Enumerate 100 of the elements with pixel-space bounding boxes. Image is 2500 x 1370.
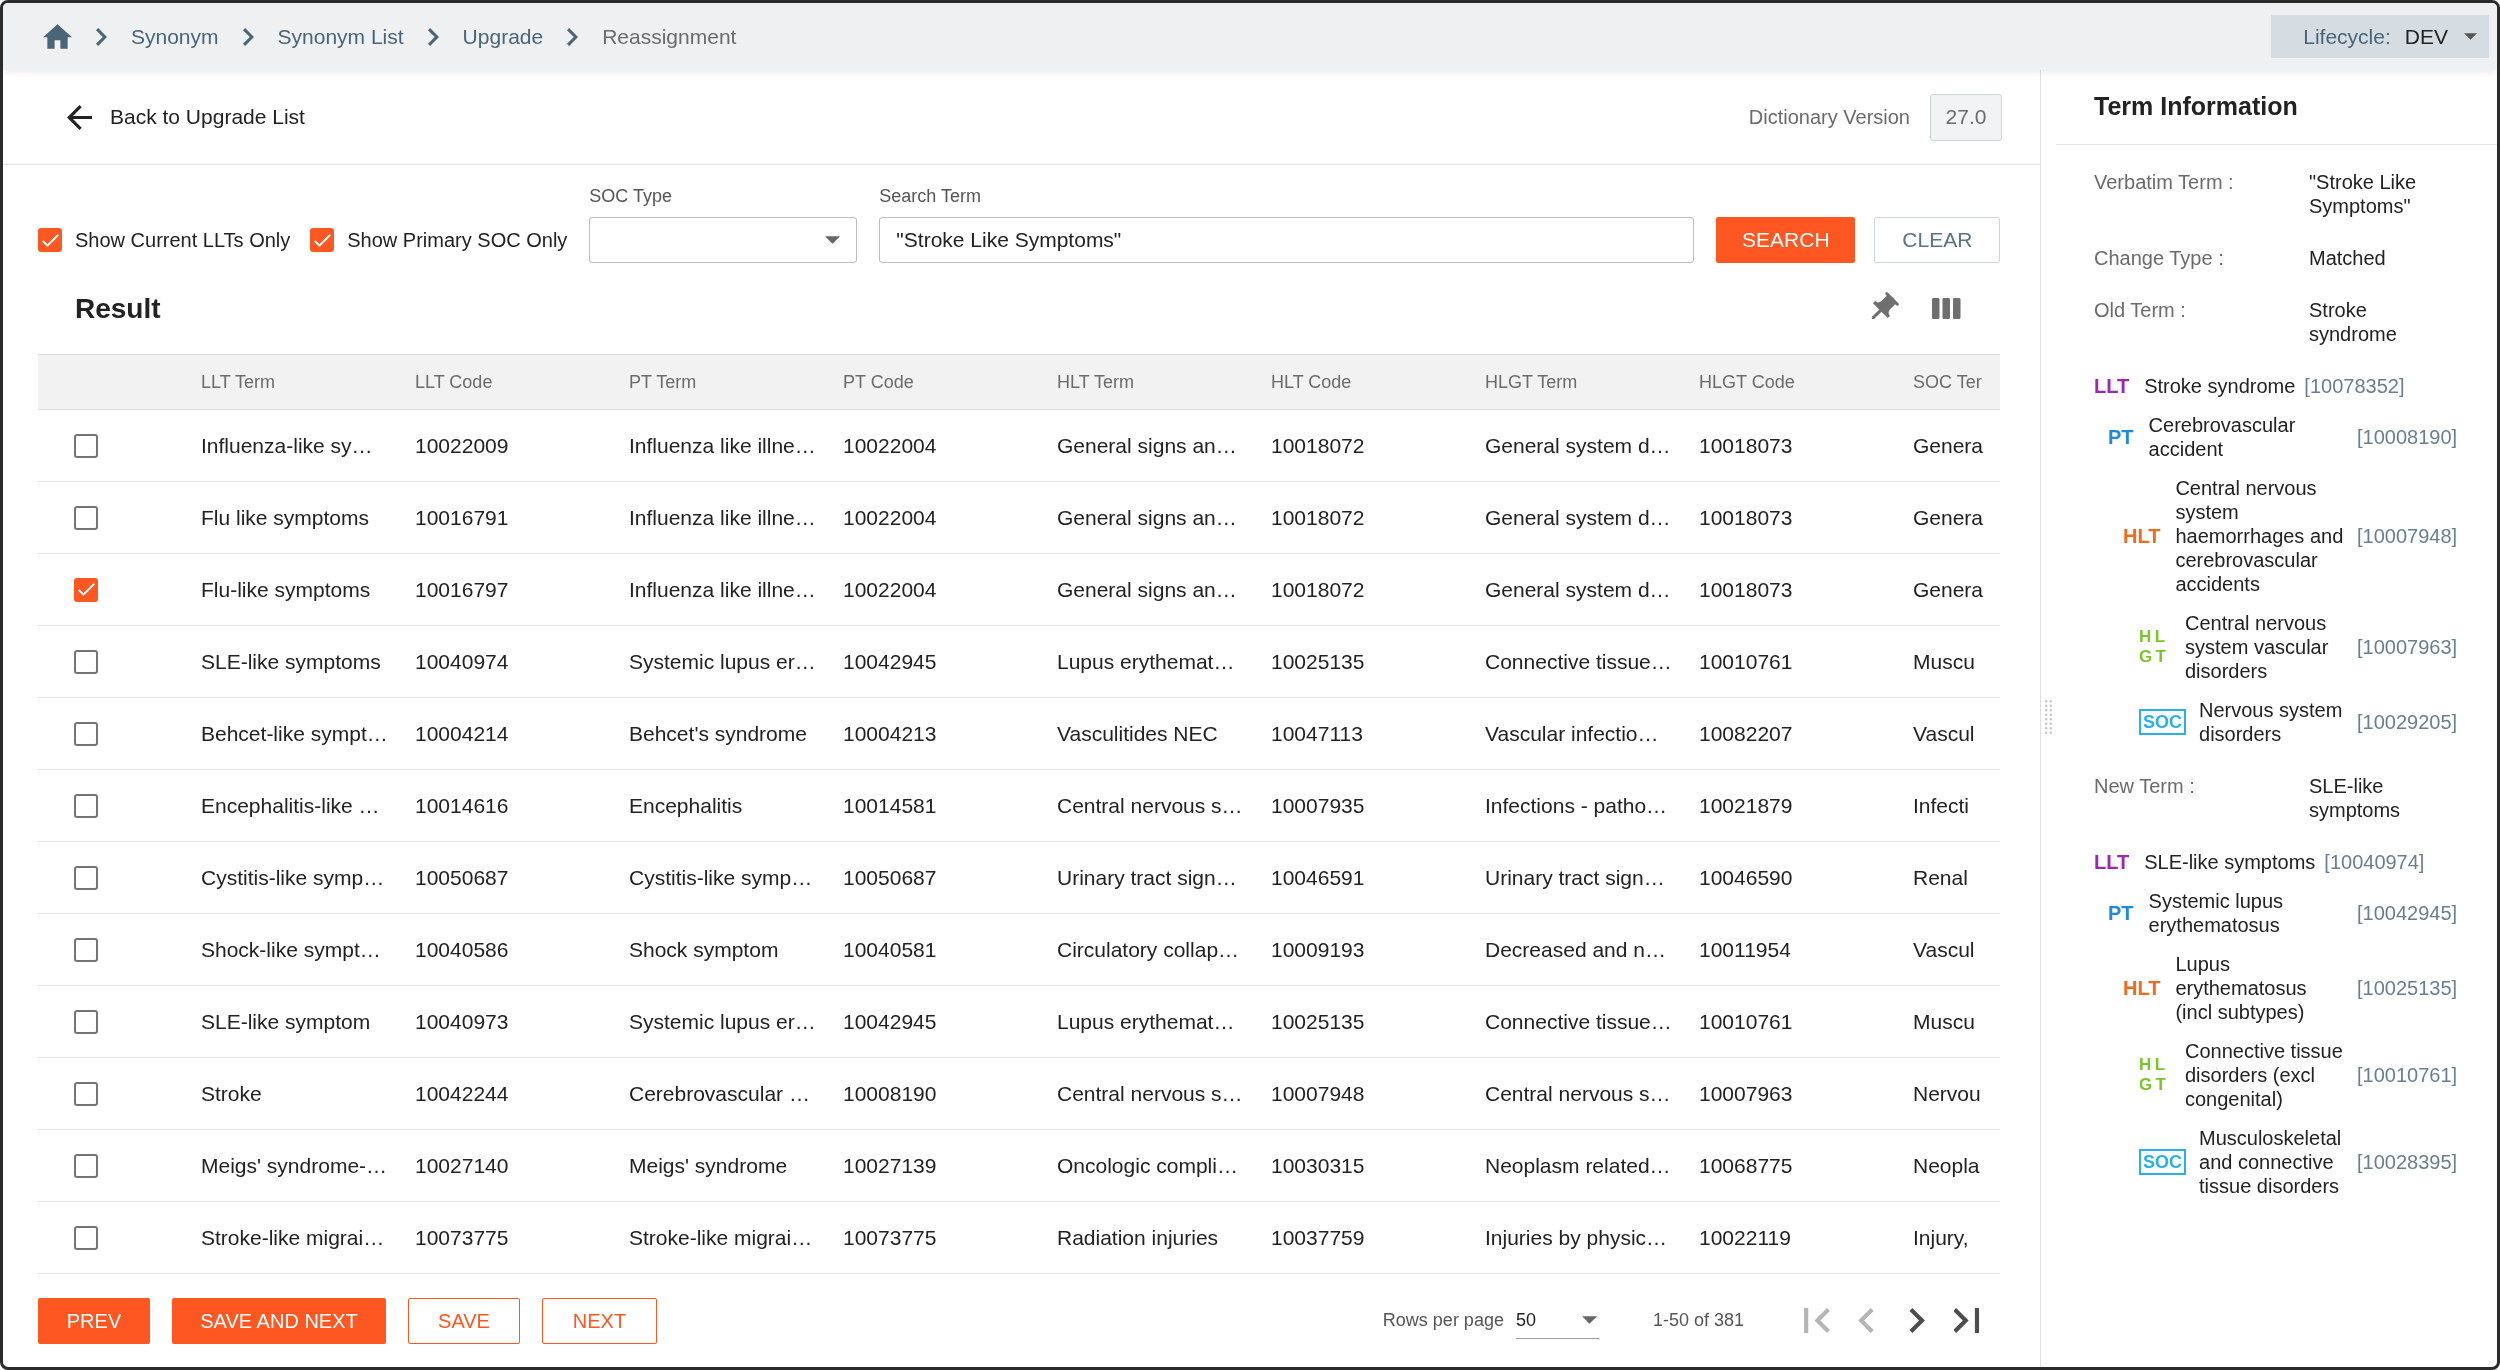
table-cell: 10007948 <box>1271 1081 1365 1105</box>
table-cell: Shock-like sympt… <box>201 937 381 961</box>
table-cell: Injury, <box>1913 1225 1969 1249</box>
table-cell: Neoplasm related… <box>1485 1153 1671 1177</box>
row-checkbox[interactable] <box>74 937 98 962</box>
term-code: [10078352] <box>2304 374 2405 398</box>
row-checkbox[interactable] <box>74 1009 98 1034</box>
result-title: Result <box>75 291 161 326</box>
row-checkbox[interactable] <box>74 505 98 530</box>
last-page-icon[interactable] <box>1954 1308 1980 1333</box>
table-cell: Vascular infectio… <box>1485 721 1659 745</box>
level-tag: SOC <box>2139 1149 2186 1175</box>
panel-title: Term Information <box>2094 91 2298 123</box>
checkmark-icon <box>77 583 95 596</box>
table-cell: Urinary tract sign… <box>1485 865 1665 889</box>
search-button[interactable]: SEARCH <box>1716 217 1856 263</box>
table-cell: Influenza like illne… <box>629 505 816 529</box>
drag-handle-icon[interactable] <box>2045 700 2052 734</box>
row-checkbox[interactable] <box>74 433 98 458</box>
table-cell: Nervou <box>1913 1081 1981 1105</box>
table-cell: Infections - patho… <box>1485 793 1668 817</box>
save-and-next-button[interactable]: SAVE AND NEXT <box>172 1297 386 1344</box>
table-cell: Stroke-like migrai… <box>201 1225 385 1249</box>
table-cell: 10040581 <box>843 937 937 961</box>
term-name: Nervous system disorders <box>2199 698 2344 746</box>
rows-per-page-select[interactable]: 50 <box>1515 1302 1599 1339</box>
table-cell: 10018072 <box>1271 577 1365 601</box>
field-label: Old Term : <box>2094 298 2187 322</box>
term-name: Musculoskeletal and connective tissue disorders <box>2199 1126 2343 1198</box>
table-cell: Neopla <box>1913 1153 1980 1177</box>
table-cell: 10046591 <box>1271 865 1365 889</box>
table-cell: 10021879 <box>1699 793 1793 817</box>
back-link[interactable]: Back to Upgrade List <box>67 101 305 133</box>
clear-button[interactable]: CLEAR <box>1874 217 2001 263</box>
table-cell: 10009193 <box>1271 937 1365 961</box>
field-label: Verbatim Term : <box>2094 170 2235 194</box>
lifecycle-dropdown[interactable]: Lifecycle: DEV <box>2271 15 2489 58</box>
table-cell: General system d… <box>1485 505 1671 529</box>
term-code: [10007948] <box>2357 524 2459 548</box>
table-cell: 10010761 <box>1699 1009 1793 1033</box>
table-cell: 10073775 <box>415 1225 509 1249</box>
row-checkbox[interactable] <box>74 577 98 602</box>
table-cell: Radiation injuries <box>1057 1225 1219 1249</box>
table-cell: Infecti <box>1913 793 1970 817</box>
checkbox[interactable] <box>310 228 335 252</box>
table-cell: 10030315 <box>1271 1153 1365 1177</box>
table-cell: Systemic lupus er… <box>629 649 816 673</box>
table-cell: Muscu <box>1913 1009 1975 1033</box>
breadcrumb-link[interactable]: Synonym <box>131 20 219 53</box>
table-cell: 10050687 <box>843 865 937 889</box>
home-icon[interactable] <box>43 24 72 49</box>
page-range: 1-50 of 381 <box>1652 1309 1744 1332</box>
save-button[interactable]: SAVE <box>408 1297 520 1344</box>
table-cell: 10040973 <box>415 1009 509 1033</box>
table-cell: 10007935 <box>1271 793 1365 817</box>
row-checkbox[interactable] <box>74 649 98 674</box>
table-cell: 10027140 <box>415 1153 509 1177</box>
table-cell: Vascul <box>1913 721 1975 745</box>
table-cell: 10014581 <box>843 793 937 817</box>
row-checkbox[interactable] <box>74 793 98 818</box>
term-name: SLE-like symptoms <box>2144 850 2316 874</box>
term-code: [10040974] <box>2324 850 2425 874</box>
level-tag: HLGT <box>2139 627 2171 667</box>
search-field[interactable]: "Stroke Like Symptoms" <box>879 217 1695 263</box>
checkbox[interactable] <box>38 228 62 252</box>
row-checkbox[interactable] <box>74 1225 98 1250</box>
dictionary-version-field: 27.0 <box>1930 93 2002 141</box>
table-cell: General system d… <box>1485 577 1671 601</box>
table-cell: Renal <box>1913 865 1968 889</box>
table-cell: 10025135 <box>1271 1009 1365 1033</box>
field-value: Matched <box>2309 246 2387 270</box>
term-code: [10007963] <box>2357 635 2459 659</box>
breadcrumb-link[interactable]: Upgrade <box>462 20 544 53</box>
row-checkbox[interactable] <box>74 1153 98 1178</box>
next-button[interactable]: NEXT <box>542 1297 657 1344</box>
table-cell: Behcet-like sympt… <box>201 721 388 745</box>
field-value: Stroke syndrome <box>2309 298 2398 346</box>
table-cell: 10025135 <box>1271 649 1365 673</box>
table-cell: Encephalitis-like … <box>201 793 380 817</box>
table-cell: Genera <box>1913 577 1984 601</box>
table-cell: 10022004 <box>843 577 937 601</box>
row-checkbox[interactable] <box>74 865 98 890</box>
level-tag: SOC <box>2139 709 2186 735</box>
table-cell: Stroke <box>201 1081 262 1105</box>
table-cell: General signs an… <box>1057 505 1237 529</box>
table-cell: Central nervous s… <box>1057 1081 1243 1105</box>
table-cell: 10018073 <box>1699 505 1793 529</box>
level-tag: HLT <box>2123 976 2161 1000</box>
columns-icon[interactable] <box>1932 298 1962 319</box>
chevron-right-icon <box>96 27 107 46</box>
column-header: SOC Ter <box>1913 370 1983 394</box>
table-cell: 10050687 <box>415 865 509 889</box>
row-checkbox[interactable] <box>74 721 98 746</box>
breadcrumb-link[interactable]: Synonym List <box>277 20 404 53</box>
level-tag: PT <box>2108 901 2134 925</box>
table-cell: Genera <box>1913 505 1984 529</box>
row-checkbox[interactable] <box>74 1081 98 1106</box>
prev-button[interactable]: PREV <box>38 1297 150 1344</box>
table-cell: 10040974 <box>415 649 509 673</box>
table-cell: Meigs' syndrome-… <box>201 1153 388 1177</box>
